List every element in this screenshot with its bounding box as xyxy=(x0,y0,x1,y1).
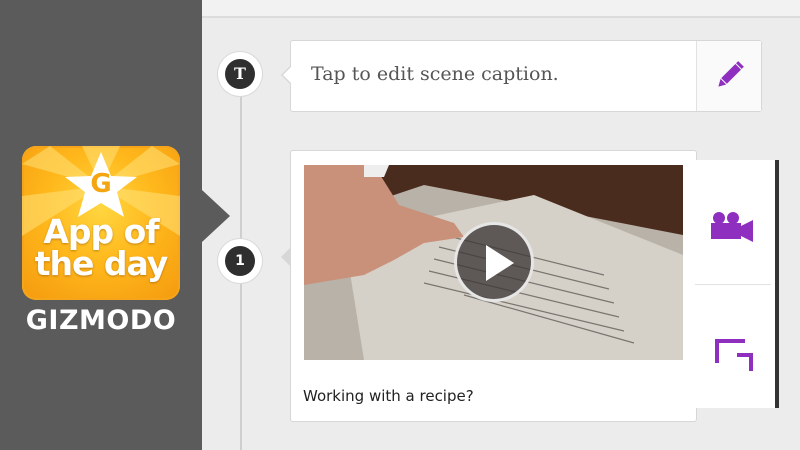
add-video-button[interactable] xyxy=(695,160,771,284)
scene-caption-placeholder: Tap to edit scene caption. xyxy=(311,63,559,85)
edit-caption-button[interactable] xyxy=(696,41,761,111)
badge-title-line2: the day xyxy=(34,244,169,283)
crop-button[interactable] xyxy=(695,284,771,409)
pencil-icon xyxy=(718,61,744,87)
scene-node: 1 xyxy=(218,239,262,283)
app-of-the-day-badge: G App of the day xyxy=(22,146,180,300)
scene-tools-panel xyxy=(695,160,779,408)
badge-title: App of the day xyxy=(22,215,180,283)
scene-caption-field[interactable]: Tap to edit scene caption. xyxy=(281,40,762,112)
crop-icon xyxy=(715,339,753,371)
caption-node: T xyxy=(218,52,262,96)
scene-card[interactable]: Working with a recipe? xyxy=(281,150,697,422)
video-camera-icon xyxy=(711,212,753,242)
badge-letter: G xyxy=(90,169,111,199)
brand-logo-text: GIZMODO xyxy=(25,305,177,336)
sidebar-pointer xyxy=(202,190,230,242)
scene-caption-text[interactable]: Working with a recipe? xyxy=(303,387,474,405)
top-bar xyxy=(202,0,800,18)
video-thumbnail[interactable] xyxy=(304,165,683,360)
caption-node-label: T xyxy=(225,59,255,89)
scene-node-label: 1 xyxy=(225,246,255,276)
play-button[interactable] xyxy=(454,222,534,302)
